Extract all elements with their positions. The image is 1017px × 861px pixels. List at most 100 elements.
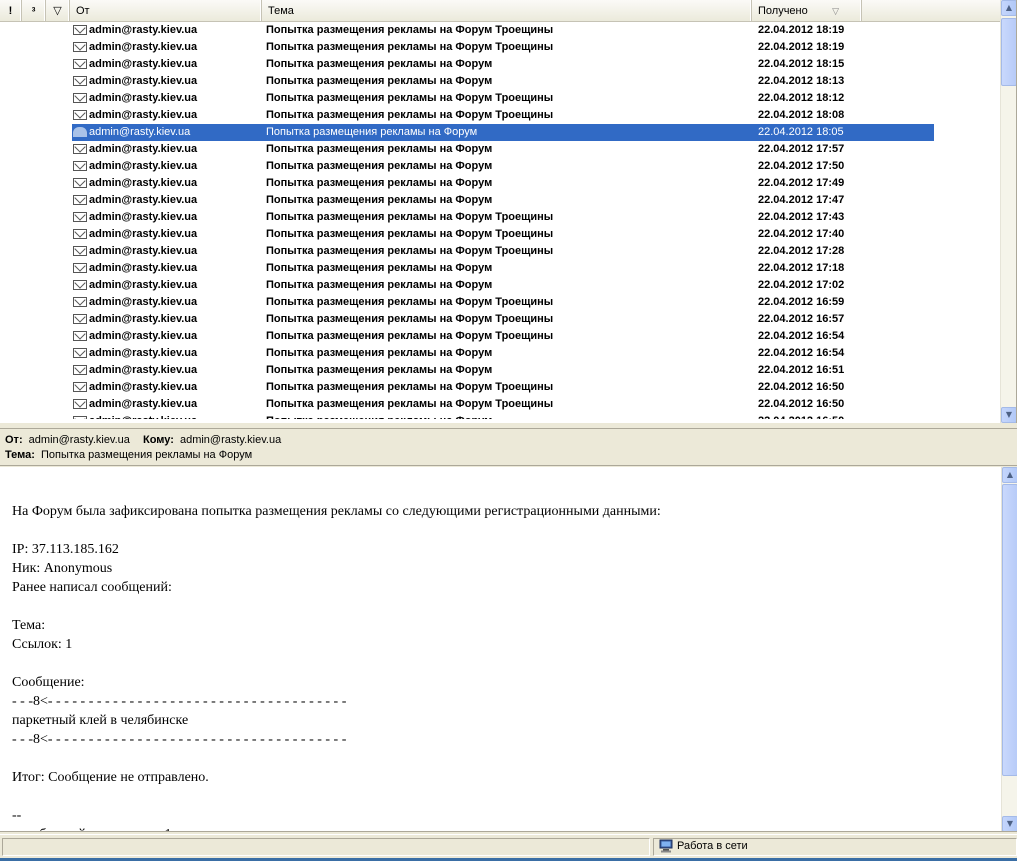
envelope-icon bbox=[73, 212, 87, 222]
column-subject[interactable]: Тема bbox=[262, 0, 752, 21]
row-date: 22.04.2012 17:43 bbox=[758, 211, 845, 223]
row-from: admin@rasty.kiev.ua bbox=[89, 313, 198, 325]
table-row[interactable]: admin@rasty.kiev.ua Попытка размещения ре… bbox=[0, 141, 1000, 158]
table-row[interactable]: admin@rasty.kiev.ua Попытка размещения ре… bbox=[0, 294, 1000, 311]
table-row[interactable]: admin@rasty.kiev.ua Попытка размещения ре… bbox=[0, 413, 1000, 419]
header-from-line: От: admin@rasty.kiev.ua Кому: admin@rast… bbox=[5, 434, 281, 446]
table-row[interactable]: admin@rasty.kiev.ua Попытка размещения ре… bbox=[0, 22, 1000, 39]
table-row[interactable]: admin@rasty.kiev.ua Попытка размещения ре… bbox=[0, 345, 1000, 362]
table-row[interactable]: admin@rasty.kiev.ua Попытка размещения ре… bbox=[0, 107, 1000, 124]
row-from: admin@rasty.kiev.ua bbox=[89, 245, 198, 257]
envelope-icon bbox=[73, 348, 87, 358]
column-from[interactable]: От bbox=[70, 0, 262, 21]
header-subject-line: Тема: Попытка размещения рекламы на Фору… bbox=[5, 449, 252, 461]
row-date: 22.04.2012 16:50 bbox=[758, 381, 845, 393]
table-row[interactable]: admin@rasty.kiev.ua Попытка размещения ре… bbox=[0, 311, 1000, 328]
row-from: admin@rasty.kiev.ua bbox=[89, 413, 197, 419]
status-connection-text: Работа в сети bbox=[677, 840, 748, 852]
status-segment-main bbox=[2, 838, 650, 856]
row-subject: Попытка размещения рекламы на Форум Трое… bbox=[266, 228, 554, 240]
body-line: паркетный клей в челябинске bbox=[12, 713, 189, 728]
row-date: 22.04.2012 16:54 bbox=[758, 347, 845, 359]
column-attachment[interactable]: ᵌ bbox=[22, 0, 46, 21]
paperclip-icon: ᵌ bbox=[31, 5, 36, 17]
row-subject: Попытка размещения рекламы на Форум bbox=[266, 194, 493, 206]
envelope-icon bbox=[73, 42, 87, 52]
body-line bbox=[12, 597, 992, 616]
row-date: 22.04.2012 16:54 bbox=[758, 330, 845, 342]
row-subject: Попытка размещения рекламы на Форум Трое… bbox=[266, 313, 554, 325]
body-scroll-up-button[interactable]: ▲ bbox=[1002, 467, 1017, 483]
table-row[interactable]: admin@rasty.kiev.ua Попытка размещения ре… bbox=[0, 260, 1000, 277]
column-from-label: От bbox=[76, 5, 90, 17]
row-date: 22.04.2012 17:47 bbox=[758, 194, 845, 206]
scroll-down-button[interactable]: ▼ bbox=[1001, 407, 1016, 423]
envelope-icon bbox=[73, 314, 87, 324]
row-from: admin@rasty.kiev.ua bbox=[89, 228, 198, 240]
column-received[interactable]: Получено ▽ bbox=[752, 0, 862, 21]
table-row[interactable]: admin@rasty.kiev.ua Попытка размещения ре… bbox=[0, 379, 1000, 396]
row-from: admin@rasty.kiev.ua bbox=[89, 194, 198, 206]
row-date: 22.04.2012 18:15 bbox=[758, 58, 845, 70]
envelope-icon bbox=[73, 76, 87, 86]
body-scroll-thumb[interactable] bbox=[1002, 484, 1017, 776]
body-line: сообщений отправлено: 1 bbox=[12, 825, 992, 831]
table-row[interactable]: admin@rasty.kiev.ua Попытка размещения ре… bbox=[0, 209, 1000, 226]
row-subject: Попытка размещения рекламы на Форум bbox=[266, 347, 493, 359]
table-row[interactable]: admin@rasty.kiev.ua Попытка размещения ре… bbox=[0, 90, 1000, 107]
body-line bbox=[12, 787, 992, 806]
table-row[interactable]: admin@rasty.kiev.ua Попытка размещения ре… bbox=[0, 277, 1000, 294]
message-body[interactable]: На Форум была зафиксирована попытка разм… bbox=[0, 467, 1017, 832]
table-row[interactable]: admin@rasty.kiev.ua Попытка размещения ре… bbox=[0, 362, 1000, 379]
column-priority[interactable]: ! bbox=[0, 0, 22, 21]
body-line: - - -8<- - - - - - - - - - - - - - - - -… bbox=[12, 732, 347, 747]
envelope-icon bbox=[73, 297, 87, 307]
table-row[interactable]: admin@rasty.kiev.ua Попытка размещения ре… bbox=[0, 56, 1000, 73]
body-line bbox=[12, 749, 992, 768]
from-value: admin@rasty.kiev.ua bbox=[28, 434, 130, 446]
row-date: 22.04.2012 17:40 bbox=[758, 228, 845, 240]
table-row[interactable]: admin@rasty.kiev.ua Попытка размещения ре… bbox=[0, 73, 1000, 90]
row-subject: Попытка размещения рекламы на Форум bbox=[266, 413, 492, 419]
scroll-thumb[interactable] bbox=[1001, 18, 1016, 86]
table-row[interactable]: admin@rasty.kiev.ua Попытка размещения ре… bbox=[0, 175, 1000, 192]
body-line: Сообщение: bbox=[12, 675, 85, 690]
row-from: admin@rasty.kiev.ua bbox=[89, 347, 198, 359]
table-row[interactable]: admin@rasty.kiev.ua Попытка размещения ре… bbox=[0, 192, 1000, 209]
table-row[interactable]: admin@rasty.kiev.ua Попытка размещения ре… bbox=[0, 158, 1000, 175]
subject-value: Попытка размещения рекламы на Форум bbox=[40, 449, 253, 461]
table-row[interactable]: admin@rasty.kiev.ua Попытка размещения ре… bbox=[0, 396, 1000, 413]
envelope-icon bbox=[73, 382, 87, 392]
row-from: admin@rasty.kiev.ua bbox=[89, 92, 198, 104]
from-label: От: bbox=[5, 434, 23, 446]
envelope-icon bbox=[73, 280, 87, 290]
table-row-selected[interactable]: admin@rasty.kiev.ua Попытка размещения ре… bbox=[72, 124, 934, 141]
table-row[interactable]: admin@rasty.kiev.ua Попытка размещения ре… bbox=[0, 39, 1000, 56]
row-from: admin@rasty.kiev.ua bbox=[89, 211, 198, 223]
row-date: 22.04.2012 17:57 bbox=[758, 143, 845, 155]
list-vertical-scrollbar[interactable]: ▲ ▼ bbox=[1000, 0, 1016, 423]
row-from: admin@rasty.kiev.ua bbox=[89, 330, 198, 342]
envelope-icon bbox=[73, 399, 87, 409]
envelope-open-icon bbox=[73, 127, 87, 137]
message-rows: admin@rasty.kiev.ua Попытка размещения ре… bbox=[0, 22, 1000, 419]
scroll-up-button[interactable]: ▲ bbox=[1001, 0, 1016, 16]
envelope-icon bbox=[73, 365, 87, 375]
table-row[interactable]: admin@rasty.kiev.ua Попытка размещения ре… bbox=[0, 226, 1000, 243]
row-date: 22.04.2012 16:50 bbox=[758, 413, 844, 419]
column-subject-label: Тема bbox=[268, 5, 294, 17]
row-subject: Попытка размещения рекламы на Форум bbox=[266, 364, 493, 376]
row-from: admin@rasty.kiev.ua bbox=[89, 364, 198, 376]
body-vertical-scrollbar[interactable]: ▲ ▼ bbox=[1001, 467, 1017, 831]
envelope-icon bbox=[73, 110, 87, 120]
column-flag[interactable]: ▽ bbox=[46, 0, 70, 21]
row-from: admin@rasty.kiev.ua bbox=[89, 143, 198, 155]
body-scroll-down-button[interactable]: ▼ bbox=[1002, 816, 1017, 831]
envelope-icon bbox=[73, 416, 87, 419]
row-subject: Попытка размещения рекламы на Форум bbox=[266, 262, 493, 274]
body-line: - - -8<- - - - - - - - - - - - - - - - -… bbox=[12, 694, 347, 709]
table-row[interactable]: admin@rasty.kiev.ua Попытка размещения ре… bbox=[0, 243, 1000, 260]
status-bar: Работа в сети bbox=[0, 834, 1017, 861]
message-list[interactable]: ! ᵌ ▽ От Тема Получено ▽ admin@rasty.kie… bbox=[0, 0, 1017, 423]
table-row[interactable]: admin@rasty.kiev.ua Попытка размещения ре… bbox=[0, 328, 1000, 345]
